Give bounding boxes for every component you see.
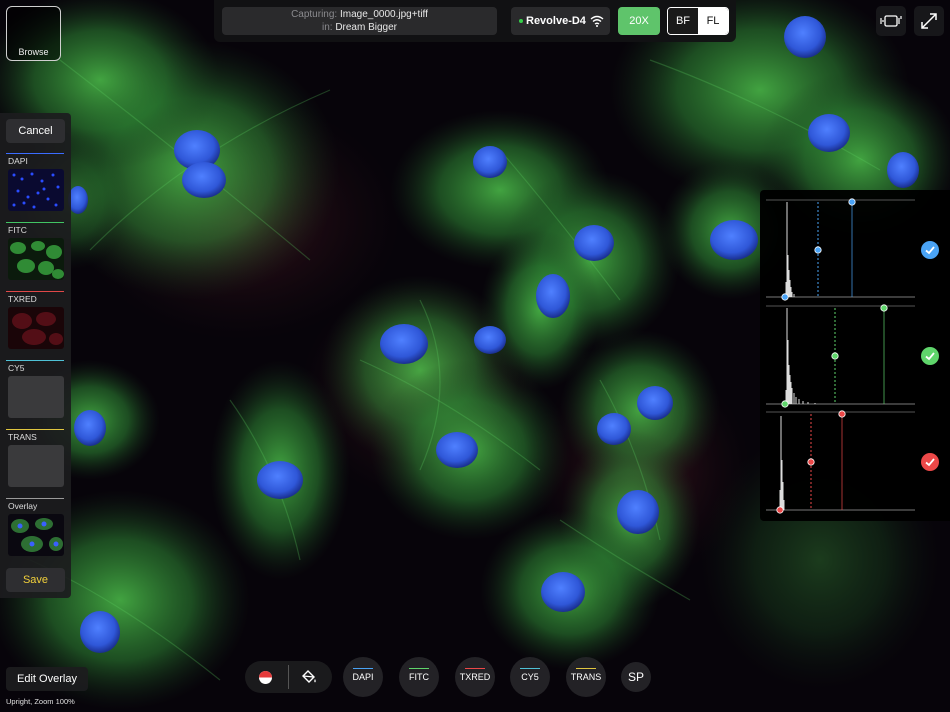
histogram-fitc[interactable] — [766, 304, 915, 413]
channel-thumb-overlay[interactable] — [8, 514, 64, 556]
channel-thumb-dapi[interactable] — [8, 169, 64, 211]
mode-fl-button[interactable]: FL — [698, 8, 728, 34]
channel-button-txred[interactable]: TXRED — [455, 657, 495, 697]
channel-label-txred: TXRED — [8, 294, 37, 304]
browse-label: Browse — [18, 47, 49, 57]
trans-color-bar — [576, 668, 596, 669]
channel-thumb-fitc[interactable] — [8, 238, 64, 280]
channel-button-label: FITC — [409, 672, 429, 682]
channel-label-dapi: DAPI — [8, 156, 28, 166]
channel-button-label: TXRED — [459, 672, 491, 682]
channel-button-fitc[interactable]: FITC — [399, 657, 439, 697]
channel-label-trans: TRANS — [8, 432, 37, 442]
save-button[interactable]: Save — [6, 568, 65, 592]
overlay-color-line — [6, 498, 64, 499]
txred-enabled-toggle[interactable] — [921, 453, 939, 471]
capture-filename: Image_0000.jpg+tiff — [339, 9, 428, 20]
fitc-color-line — [6, 222, 64, 223]
channel-button-label: CY5 — [521, 672, 539, 682]
cancel-button[interactable]: Cancel — [6, 119, 65, 143]
channel-button-sp[interactable]: SP — [621, 662, 651, 692]
in-label: in: — [321, 22, 333, 33]
browse-button[interactable]: Browse — [6, 6, 61, 61]
device-name: Revolve-D4 — [526, 15, 586, 27]
fitc-enabled-toggle[interactable] — [921, 347, 939, 365]
fitc-color-bar — [409, 668, 429, 669]
channel-button-label: DAPI — [352, 672, 374, 682]
status-text: Upright, Zoom 100% — [6, 697, 75, 706]
fullscreen-icon — [921, 13, 937, 29]
histogram-dapi[interactable] — [766, 198, 915, 307]
checkmark-icon — [925, 458, 935, 467]
device-selector[interactable]: Revolve-D4 — [511, 7, 610, 35]
rotate-device-button[interactable] — [876, 6, 906, 36]
capture-info: Capturing: Image_0000.jpg+tiff in: Dream… — [222, 7, 497, 35]
channel-button-trans[interactable]: TRANS — [566, 657, 606, 697]
trans-color-line — [6, 429, 64, 430]
channel-button-label: SP — [627, 670, 644, 684]
tools-divider — [288, 665, 289, 689]
dapi-color-bar — [353, 668, 373, 669]
channel-thumb-cy5[interactable] — [8, 376, 64, 418]
dapi-enabled-toggle[interactable] — [921, 241, 939, 259]
channel-label-cy5: CY5 — [8, 363, 25, 373]
connection-status-dot — [519, 19, 523, 24]
histogram-panel — [760, 190, 950, 521]
channel-button-cy5[interactable]: CY5 — [510, 657, 550, 697]
txred-color-line — [6, 291, 64, 292]
channel-thumb-txred[interactable] — [8, 307, 64, 349]
histogram-txred[interactable] — [766, 410, 915, 514]
checkmark-icon — [925, 352, 935, 361]
mode-toggle: BF FL — [667, 7, 729, 35]
top-bar: Capturing: Image_0000.jpg+tiff in: Dream… — [214, 0, 736, 42]
fullscreen-button[interactable] — [914, 6, 944, 36]
channel-thumb-trans[interactable] — [8, 445, 64, 487]
checkmark-icon — [925, 246, 935, 255]
capture-tools — [245, 661, 332, 693]
objective-button[interactable]: 20X — [618, 7, 660, 35]
dapi-color-line — [6, 153, 64, 154]
wifi-icon — [590, 15, 604, 27]
cy5-color-line — [6, 360, 64, 361]
channel-panel: Cancel DAPI FITC TXRED CY5 TRANS Overlay — [0, 113, 71, 598]
mode-bf-button[interactable]: BF — [668, 8, 698, 34]
rotate-device-icon — [880, 15, 902, 27]
record-icon[interactable] — [258, 670, 273, 685]
txred-color-bar — [465, 668, 485, 669]
channel-button-dapi[interactable]: DAPI — [343, 657, 383, 697]
cy5-color-bar — [520, 668, 540, 669]
capturing-label: Capturing: — [291, 9, 338, 20]
channel-button-label: TRANS — [570, 672, 602, 682]
capture-folder: Dream Bigger — [335, 22, 398, 33]
fill-bucket-icon[interactable] — [300, 669, 318, 685]
edit-overlay-button[interactable]: Edit Overlay — [6, 667, 88, 691]
channel-label-fitc: FITC — [8, 225, 27, 235]
channel-label-overlay: Overlay — [8, 501, 38, 511]
